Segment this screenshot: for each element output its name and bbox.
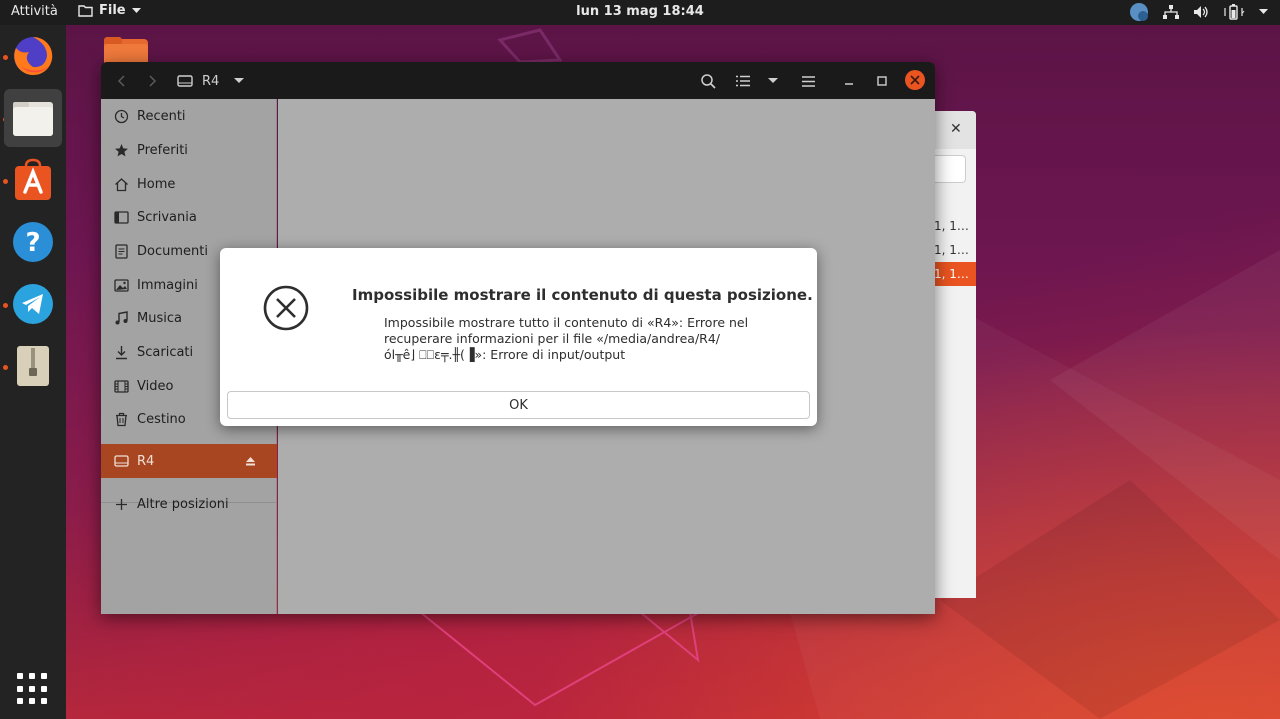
network-icon[interactable]	[1163, 5, 1179, 19]
dialog-message-line: ól╥ê⌋ ⎕⎕ε╤.╫(▐»: Errore di input/output	[384, 347, 626, 362]
chevron-right-icon	[149, 75, 157, 87]
clock-icon	[113, 108, 129, 124]
chevron-down-icon	[768, 78, 778, 83]
sidebar-item-label: Documenti	[137, 243, 208, 259]
dialog-message-line: recuperare informazioni per il file «/me…	[384, 331, 721, 346]
archive-launcher[interactable]	[4, 337, 62, 395]
sidebar-item-preferiti[interactable]: Preferiti	[101, 134, 277, 166]
sidebar-item-recenti[interactable]: Recenti	[101, 100, 277, 132]
background-window-field[interactable]	[934, 155, 966, 183]
location-button[interactable]: R4	[177, 71, 249, 91]
video-icon	[113, 378, 129, 394]
dialog-message-line: Impossibile mostrare tutto il contenuto …	[384, 315, 749, 330]
search-icon	[700, 73, 716, 89]
star-icon	[113, 142, 129, 158]
top-bar: Attività File lun 13 mag 18:44	[0, 0, 1280, 25]
document-icon	[113, 243, 129, 259]
close-button[interactable]	[905, 70, 925, 90]
sidebar-item-label: Immagini	[137, 277, 198, 293]
error-dialog: Impossibile mostrare il contenuto di que…	[220, 248, 817, 426]
desktop-icon	[113, 209, 129, 225]
show-applications-button[interactable]	[17, 673, 49, 705]
maximize-icon	[877, 76, 887, 86]
maximize-button[interactable]	[874, 71, 890, 91]
volume-icon[interactable]	[1193, 5, 1209, 19]
minimize-icon	[845, 83, 853, 85]
telegram-launcher[interactable]	[4, 275, 62, 333]
folder-icon	[78, 5, 93, 17]
list-item-selected[interactable]: 1, 1…	[934, 262, 976, 286]
battery-icon[interactable]	[1223, 4, 1245, 20]
location-label: R4	[202, 73, 220, 89]
forward-button[interactable]	[145, 71, 161, 91]
chevron-down-icon	[234, 78, 245, 83]
close-icon[interactable]: ✕	[950, 121, 962, 137]
firefox-launcher[interactable]	[4, 27, 62, 85]
eject-icon[interactable]	[245, 455, 256, 470]
close-icon	[910, 75, 920, 85]
sidebar-item-altre-posizioni[interactable]: Altre posizioni	[101, 488, 277, 520]
svg-text:?: ?	[25, 228, 40, 258]
menu-button[interactable]	[798, 71, 818, 91]
trash-icon	[113, 411, 129, 427]
app-menu[interactable]: File	[78, 3, 141, 18]
sidebar-item-r4[interactable]: R4	[101, 444, 277, 478]
files-icon	[13, 102, 53, 136]
help-launcher[interactable]: ?	[4, 213, 62, 271]
help-icon: ?	[13, 222, 53, 262]
desktop-home-folder-icon[interactable]	[104, 37, 148, 65]
activities-button[interactable]: Attività	[11, 4, 58, 19]
list-item[interactable]: 1, 1…	[934, 238, 976, 262]
header-bar: R4	[101, 62, 935, 99]
system-tray[interactable]	[1129, 2, 1268, 22]
firefox-icon	[14, 36, 53, 75]
image-icon	[113, 277, 129, 293]
sidebar-item-label: Musica	[137, 310, 182, 326]
sidebar-item-scrivania[interactable]: Scrivania	[101, 201, 277, 233]
plus-icon	[113, 496, 129, 512]
drive-icon	[177, 75, 193, 87]
search-button[interactable]	[698, 71, 718, 91]
sidebar-item-home[interactable]: Home	[101, 168, 277, 200]
dialog-title: Impossibile mostrare il contenuto di que…	[352, 286, 813, 304]
background-window[interactable]: ✕ 1, 1… 1, 1… 1, 1…	[934, 111, 976, 598]
error-icon	[263, 285, 309, 331]
clock[interactable]: lun 13 mag 18:44	[576, 4, 704, 19]
sidebar-item-label: Preferiti	[137, 142, 188, 158]
minimize-button[interactable]	[841, 71, 857, 91]
music-icon	[113, 310, 129, 326]
sidebar-item-label: Video	[137, 378, 174, 394]
software-center-icon	[15, 158, 51, 200]
app-menu-label: File	[99, 3, 126, 18]
files-launcher[interactable]	[4, 89, 62, 147]
back-button[interactable]	[113, 71, 129, 91]
list-item[interactable]: 1, 1…	[934, 214, 976, 238]
download-icon	[113, 344, 129, 360]
hamburger-icon	[801, 75, 815, 87]
sidebar-item-label: Scaricati	[137, 344, 194, 360]
sidebar-item-label: Home	[137, 176, 176, 192]
updates-icon[interactable]	[1129, 2, 1149, 22]
system-menu-chevron-icon[interactable]	[1259, 9, 1268, 15]
sidebar-item-label: R4	[137, 453, 155, 469]
drive-icon	[113, 453, 129, 469]
list-view-icon	[736, 75, 750, 87]
sidebar-item-label: Recenti	[137, 108, 186, 124]
sidebar-item-label: Cestino	[137, 411, 186, 427]
home-icon	[113, 176, 129, 192]
dock: ?	[0, 25, 66, 719]
archive-icon	[17, 346, 49, 386]
view-options-button[interactable]	[765, 71, 781, 91]
chevron-down-icon	[131, 7, 141, 13]
dialog-message: Impossibile mostrare tutto il contenuto …	[384, 315, 784, 363]
sidebar-item-label: Altre posizioni	[137, 496, 229, 512]
sidebar-item-label: Scrivania	[137, 209, 197, 225]
ok-button[interactable]: OK	[227, 391, 810, 419]
background-window-header: ✕	[934, 111, 976, 149]
software-launcher[interactable]	[4, 151, 62, 209]
view-list-button[interactable]	[733, 71, 753, 91]
telegram-icon	[13, 284, 53, 324]
chevron-left-icon	[117, 75, 125, 87]
